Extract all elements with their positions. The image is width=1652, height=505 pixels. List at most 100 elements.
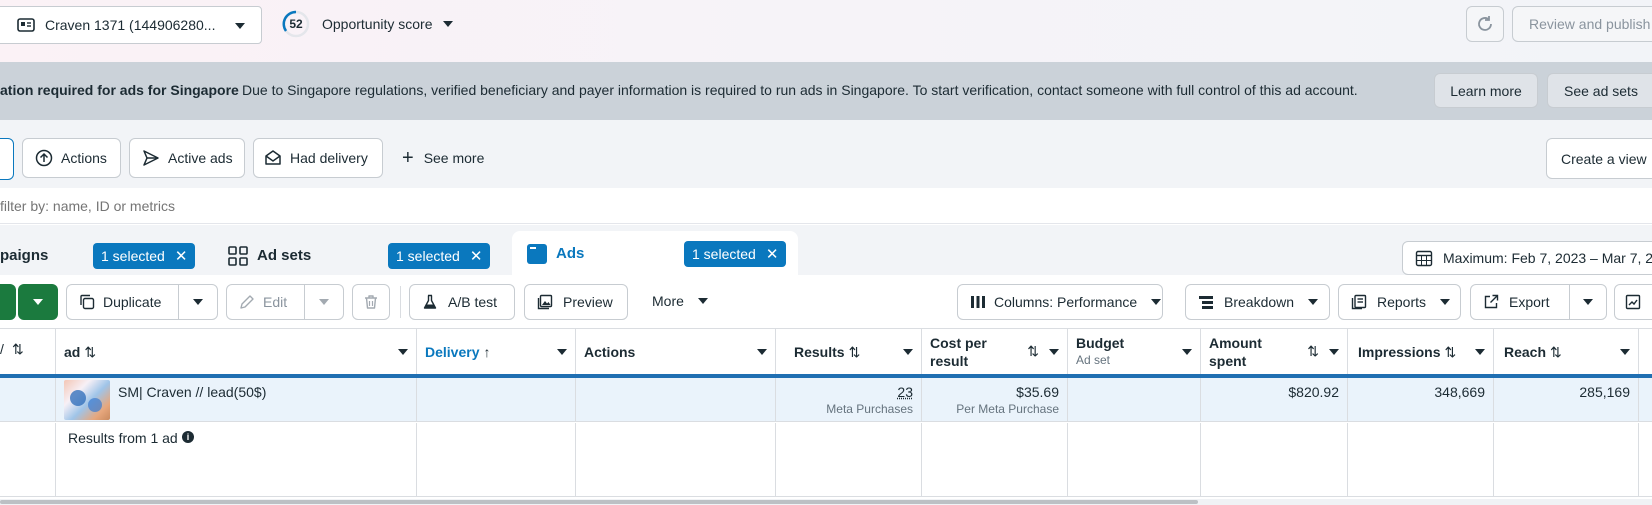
column-header-reach-label: Reach bbox=[1504, 344, 1547, 360]
column-header-amount-spent[interactable]: Amount spent ⇅ bbox=[1201, 329, 1348, 375]
ad-name-link[interactable]: SM| Craven // lead(50$) bbox=[118, 384, 266, 400]
column-header-impressions[interactable]: Impressions ⇅ bbox=[1348, 329, 1494, 375]
account-selector[interactable]: Craven 1371 (144906280... bbox=[0, 6, 262, 44]
column-header-partial[interactable]: / ⇅ bbox=[0, 329, 56, 375]
see-more-button[interactable]: + See more bbox=[402, 148, 484, 168]
search-input[interactable] bbox=[0, 194, 900, 218]
chevron-down-icon[interactable] bbox=[1182, 349, 1192, 355]
amount-spent-value: $820.92 bbox=[1288, 384, 1339, 400]
delete-button[interactable] bbox=[352, 284, 390, 320]
sort-icon: ⇅ bbox=[1307, 343, 1319, 359]
close-icon[interactable]: ✕ bbox=[766, 245, 779, 263]
chevron-down-icon[interactable] bbox=[1475, 349, 1485, 355]
learn-more-button[interactable]: Learn more bbox=[1434, 73, 1538, 108]
export-icon bbox=[1484, 294, 1499, 309]
more-label: More bbox=[652, 293, 684, 309]
opportunity-score[interactable]: 52 Opportunity score bbox=[282, 8, 453, 40]
export-dropdown-button[interactable] bbox=[1569, 284, 1607, 320]
preview-button[interactable]: Preview bbox=[524, 284, 628, 320]
chevron-down-icon[interactable] bbox=[903, 349, 913, 355]
chevron-down-icon[interactable] bbox=[398, 349, 408, 355]
refresh-button[interactable] bbox=[1466, 6, 1504, 42]
breakdown-label: Breakdown bbox=[1224, 294, 1295, 310]
summary-cell bbox=[1494, 423, 1639, 497]
chevron-down-icon[interactable] bbox=[1329, 349, 1339, 355]
chevron-down-icon bbox=[697, 298, 708, 304]
chevron-down-icon bbox=[319, 299, 329, 305]
table-row[interactable]: SM| Craven // lead(50$) 23 Meta Purchase… bbox=[0, 378, 1652, 422]
reports-button[interactable]: Reports bbox=[1338, 284, 1461, 320]
row-delivery-cell bbox=[417, 378, 576, 422]
ads-selected-chip[interactable]: 1 selected ✕ bbox=[684, 241, 787, 267]
columns-button[interactable]: Columns: Performance bbox=[957, 284, 1163, 320]
campaigns-selected-chip[interactable]: 1 selected ✕ bbox=[93, 243, 196, 269]
actions-filter-button[interactable]: Actions bbox=[22, 138, 121, 178]
ab-test-label: A/B test bbox=[448, 294, 498, 310]
column-header-ad[interactable]: ad ⇅ bbox=[56, 329, 417, 375]
trash-icon bbox=[365, 295, 377, 309]
ab-test-button[interactable]: A/B test bbox=[409, 284, 515, 320]
column-header-cost-label-2: result bbox=[930, 353, 969, 369]
sort-icon: ⇅ bbox=[1027, 343, 1039, 359]
row-actions-cell bbox=[576, 378, 776, 422]
results-value[interactable]: 23 bbox=[776, 384, 913, 400]
score-value: 52 bbox=[289, 17, 303, 31]
column-header-cost-per-result[interactable]: Cost per result ⇅ bbox=[922, 329, 1068, 375]
column-header-results[interactable]: Results ⇅ bbox=[776, 329, 922, 375]
review-publish-button[interactable]: Review and publish bbox=[1512, 6, 1652, 42]
chevron-down-icon[interactable] bbox=[757, 349, 767, 355]
opportunity-label: Opportunity score bbox=[322, 16, 433, 32]
edit-button[interactable]: Edit bbox=[226, 284, 305, 320]
active-ads-filter-button[interactable]: Active ads bbox=[129, 138, 245, 178]
actions-filter-label: Actions bbox=[61, 150, 107, 166]
chevron-down-icon[interactable] bbox=[1049, 349, 1059, 355]
create-dropdown-button[interactable] bbox=[18, 284, 58, 320]
cost-sublabel: Per Meta Purchase bbox=[956, 402, 1059, 416]
create-button-partial[interactable] bbox=[0, 284, 16, 320]
date-range-button[interactable]: Maximum: Feb 7, 2023 – Mar 7, 20 bbox=[1402, 241, 1652, 275]
row-reach-cell: 285,169 bbox=[1494, 378, 1639, 422]
column-header-budget-label: Budget bbox=[1076, 335, 1125, 351]
sort-icon: ⇅ bbox=[12, 341, 24, 357]
column-header-budget[interactable]: Budget Ad set bbox=[1068, 329, 1201, 375]
banner-title: ation required for ads for Singapore bbox=[0, 82, 239, 98]
chevron-down-icon bbox=[235, 23, 245, 29]
chevron-down-icon bbox=[442, 21, 453, 27]
active-ads-filter-label: Active ads bbox=[168, 150, 233, 166]
horizontal-scrollbar[interactable] bbox=[0, 500, 1198, 504]
breakdown-button[interactable]: Breakdown bbox=[1185, 284, 1330, 320]
row-cost-cell: $35.69 Per Meta Purchase bbox=[922, 378, 1068, 422]
close-icon[interactable]: ✕ bbox=[175, 247, 188, 265]
column-header-delivery[interactable]: Delivery ↑ bbox=[417, 329, 576, 375]
send-icon bbox=[143, 150, 159, 166]
export-button[interactable]: Export bbox=[1470, 284, 1570, 320]
thumbnail-decor bbox=[88, 398, 102, 412]
column-header-actions-label: Actions bbox=[584, 344, 636, 360]
cost-value: $35.69 bbox=[1016, 384, 1059, 400]
adsets-selected-chip[interactable]: 1 selected ✕ bbox=[388, 243, 491, 269]
chevron-down-icon[interactable] bbox=[1620, 349, 1630, 355]
close-icon[interactable]: ✕ bbox=[470, 247, 483, 265]
row-budget-cell bbox=[1068, 378, 1201, 422]
summary-cell bbox=[1068, 423, 1201, 497]
summary-label: Results from 1 ad bbox=[68, 430, 178, 446]
campaigns-selected-label: 1 selected bbox=[101, 248, 165, 264]
chevron-down-icon[interactable] bbox=[557, 349, 567, 355]
column-header-actions[interactable]: Actions bbox=[576, 329, 776, 375]
charts-button-partial[interactable] bbox=[1614, 284, 1652, 320]
chevron-down-icon bbox=[33, 299, 43, 305]
more-button[interactable]: More bbox=[652, 293, 708, 309]
edit-dropdown-button[interactable] bbox=[304, 284, 344, 320]
ad-thumbnail[interactable] bbox=[64, 380, 110, 420]
summary-cell bbox=[417, 423, 576, 497]
duplicate-button[interactable]: Duplicate bbox=[66, 284, 179, 320]
filter-button-partial[interactable] bbox=[0, 138, 14, 180]
duplicate-dropdown-button[interactable] bbox=[178, 284, 218, 320]
had-delivery-filter-button[interactable]: Had delivery bbox=[253, 138, 383, 178]
see-ad-sets-button[interactable]: See ad sets bbox=[1547, 73, 1652, 108]
column-header-reach[interactable]: Reach ⇅ bbox=[1494, 329, 1639, 375]
create-view-button[interactable]: Create a view bbox=[1546, 138, 1652, 179]
info-icon[interactable]: i bbox=[182, 431, 194, 443]
review-publish-label: Review and publish bbox=[1529, 16, 1651, 32]
row-checkbox-cell bbox=[0, 378, 56, 422]
